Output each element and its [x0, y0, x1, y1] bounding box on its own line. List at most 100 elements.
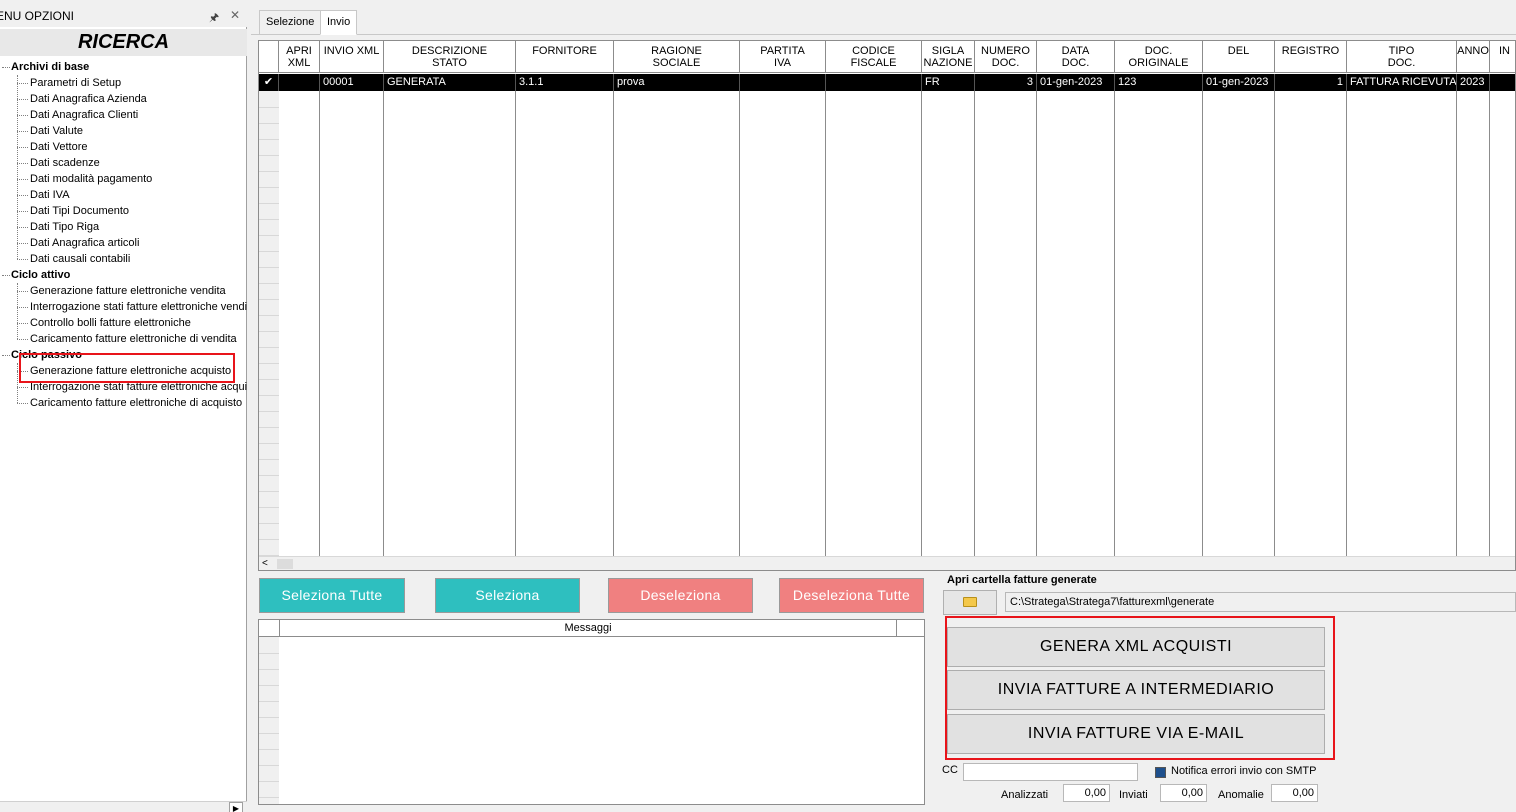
row-indicator-line	[259, 765, 279, 766]
table-row[interactable]: ✔ 00001 GENERATA 3.1.1 prova FR 3 01-gen-2023 12…	[259, 74, 1515, 91]
scrollbar-thumb[interactable]	[277, 559, 293, 569]
open-folder-button[interactable]	[943, 590, 997, 615]
select-button[interactable]: Seleziona	[435, 578, 580, 613]
column-header[interactable]: FORNITORE	[516, 41, 614, 73]
grid-column-line	[613, 91, 614, 556]
menu-item[interactable]: Controllo bolli fatture elettroniche	[0, 315, 247, 331]
column-header[interactable]: REGISTRO	[1275, 41, 1347, 73]
row-indicator-line	[259, 123, 279, 124]
grid-column-line	[1202, 91, 1203, 556]
column-header[interactable]: PARTITA IVA	[740, 41, 826, 73]
grid-cell[interactable]	[826, 74, 922, 91]
close-icon[interactable]: ✕	[230, 8, 240, 22]
menu-item[interactable]: Parametri di Setup	[0, 75, 247, 91]
row-indicator-line	[259, 491, 279, 492]
check-icon[interactable]: ✔	[259, 74, 279, 91]
grid-horizontal-scrollbar[interactable]: <	[259, 556, 1515, 570]
deselect-button[interactable]: Deseleziona	[608, 578, 753, 613]
grid-cell[interactable]	[279, 74, 320, 91]
options-menu-panel: ENU OPZIONI 🖈 ✕ RICERCA Archivi di base P…	[0, 5, 247, 812]
analizzati-value: 0,00	[1063, 784, 1110, 802]
row-indicator-line	[259, 459, 279, 460]
grid-cell[interactable]: prova	[614, 74, 740, 91]
grid-cell[interactable]: 123	[1115, 74, 1203, 91]
select-all-button[interactable]: Seleziona Tutte	[259, 578, 405, 613]
row-indicator-line	[259, 267, 279, 268]
column-header[interactable]: DATA DOC.	[1037, 41, 1115, 73]
messages-grid[interactable]: Messaggi	[258, 619, 925, 805]
menu-item[interactable]: Dati Anagrafica Clienti	[0, 107, 247, 123]
folder-path-field[interactable]: C:\Stratega\Stratega7\fatturexml\generat…	[1005, 592, 1516, 612]
row-indicator-line	[259, 749, 279, 750]
menu-item[interactable]: Dati Tipo Riga	[0, 219, 247, 235]
search-title[interactable]: RICERCA	[0, 29, 247, 56]
column-header[interactable]: DOC. ORIGINALE	[1115, 41, 1203, 73]
deselect-all-button[interactable]: Deseleziona Tutte	[779, 578, 924, 613]
column-header[interactable]: RAGIONE SOCIALE	[614, 41, 740, 73]
menu-item[interactable]: Dati modalità pagamento	[0, 171, 247, 187]
tab-bar: Selezione Invio	[251, 5, 1516, 35]
column-header[interactable]: DESCRIZIONE STATO	[384, 41, 516, 73]
tab-selezione[interactable]: Selezione	[259, 10, 321, 35]
grid-cell[interactable]: FATTURA RICEVUTA	[1347, 74, 1457, 91]
column-header[interactable]: APRI XML	[279, 41, 320, 73]
grid-cell[interactable]	[740, 74, 826, 91]
menu-item[interactable]: Generazione fatture elettroniche vendita	[0, 283, 247, 299]
grid-cell[interactable]: GENERATA	[384, 74, 516, 91]
column-header[interactable]: ANNO	[1457, 41, 1490, 73]
grid-cell[interactable]: FR	[922, 74, 975, 91]
row-indicator-line	[259, 781, 279, 782]
row-indicator-line	[259, 427, 279, 428]
grid-cell[interactable]: 1	[1275, 74, 1347, 91]
column-header[interactable]: DEL	[1203, 41, 1275, 73]
menu-item[interactable]: Dati Anagrafica articoli	[0, 235, 247, 251]
grid-column-line	[319, 91, 320, 556]
cc-input[interactable]	[963, 763, 1138, 781]
scroll-left-arrow-icon[interactable]: <	[262, 557, 268, 570]
pin-icon[interactable]: 🖈	[209, 9, 219, 28]
grid-cell[interactable]: 01-gen-2023	[1037, 74, 1115, 91]
row-indicator-line	[259, 475, 279, 476]
menu-group[interactable]: Ciclo attivo	[0, 267, 247, 283]
grid-column-line	[1114, 91, 1115, 556]
grid-cell[interactable]: 3	[975, 74, 1037, 91]
menu-item[interactable]: Dati Anagrafica Azienda	[0, 91, 247, 107]
tab-invio[interactable]: Invio	[320, 10, 358, 35]
row-indicator-line	[259, 507, 279, 508]
tree-connector-line	[17, 75, 18, 259]
column-header[interactable]: NUMERO DOC.	[975, 41, 1037, 73]
invoice-grid[interactable]: APRI XML INVIO XML DESCRIZIONE STATO FORNIT…	[258, 40, 1516, 571]
column-header[interactable]: IN	[1490, 41, 1515, 73]
scroll-right-arrow-icon[interactable]: ▶	[229, 802, 243, 812]
grid-cell[interactable]: 01-gen-2023	[1203, 74, 1275, 91]
app-window: ENU OPZIONI 🖈 ✕ RICERCA Archivi di base P…	[0, 0, 1516, 812]
menu-item[interactable]: Caricamento fatture elettroniche di acqu…	[0, 395, 247, 411]
messages-header-label: Messaggi	[279, 620, 897, 637]
analizzati-label: Analizzati	[1001, 789, 1049, 801]
menu-item[interactable]: Caricamento fatture elettroniche di vend…	[0, 331, 247, 347]
grid-column-line	[921, 91, 922, 556]
menu-item[interactable]: Dati Valute	[0, 123, 247, 139]
grid-cell[interactable]: 3.1.1	[516, 74, 614, 91]
menu-item[interactable]: Interrogazione stati fatture elettronich…	[0, 299, 247, 315]
grid-column-line	[825, 91, 826, 556]
grid-cell[interactable]: 2023	[1457, 74, 1490, 91]
grid-column-line	[1346, 91, 1347, 556]
menu-group[interactable]: Archivi di base	[0, 59, 247, 75]
grid-cell[interactable]: 00001	[320, 74, 384, 91]
menu-item[interactable]: Dati Tipi Documento	[0, 203, 247, 219]
menu-item[interactable]: Dati scadenze	[0, 155, 247, 171]
row-indicator-line	[259, 653, 279, 654]
column-header[interactable]: TIPO DOC.	[1347, 41, 1457, 73]
menu-item[interactable]: Dati Vettore	[0, 139, 247, 155]
notify-smtp-checkbox[interactable]	[1155, 767, 1166, 778]
menu-item[interactable]: Dati causali contabili	[0, 251, 247, 267]
column-header[interactable]: CODICE FISCALE	[826, 41, 922, 73]
column-header[interactable]: SIGLA NAZIONE	[922, 41, 975, 73]
menu-item[interactable]: Dati IVA	[0, 187, 247, 203]
grid-cell[interactable]	[1490, 74, 1515, 91]
column-header[interactable]: INVIO XML	[320, 41, 384, 73]
grid-column-line	[1274, 91, 1275, 556]
row-indicator-line	[259, 379, 279, 380]
menu-horizontal-scrollbar[interactable]: ▶	[0, 801, 247, 812]
